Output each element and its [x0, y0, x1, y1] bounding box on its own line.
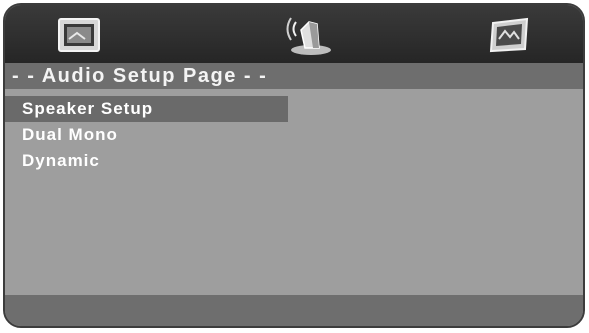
- icon-tab-bar: [5, 5, 583, 63]
- menu-item-dual-mono[interactable]: Dual Mono: [5, 122, 583, 148]
- setup-menu-window: - - Audio Setup Page - - Speaker Setup D…: [3, 3, 585, 328]
- speaker-icon: [286, 17, 331, 55]
- status-bar: [5, 295, 583, 326]
- tab-audio-setup[interactable]: [277, 11, 337, 59]
- page-title: - - Audio Setup Page - -: [5, 63, 583, 89]
- tab-general-setup[interactable]: [49, 11, 109, 59]
- tv-screen-icon: [58, 18, 100, 52]
- menu-item-speaker-setup[interactable]: Speaker Setup: [5, 96, 288, 122]
- audio-setup-menu: Speaker Setup Dual Mono Dynamic: [5, 96, 583, 174]
- menu-item-dynamic[interactable]: Dynamic: [5, 148, 583, 174]
- preferences-icon: [489, 17, 529, 53]
- tab-preferences[interactable]: [479, 11, 539, 59]
